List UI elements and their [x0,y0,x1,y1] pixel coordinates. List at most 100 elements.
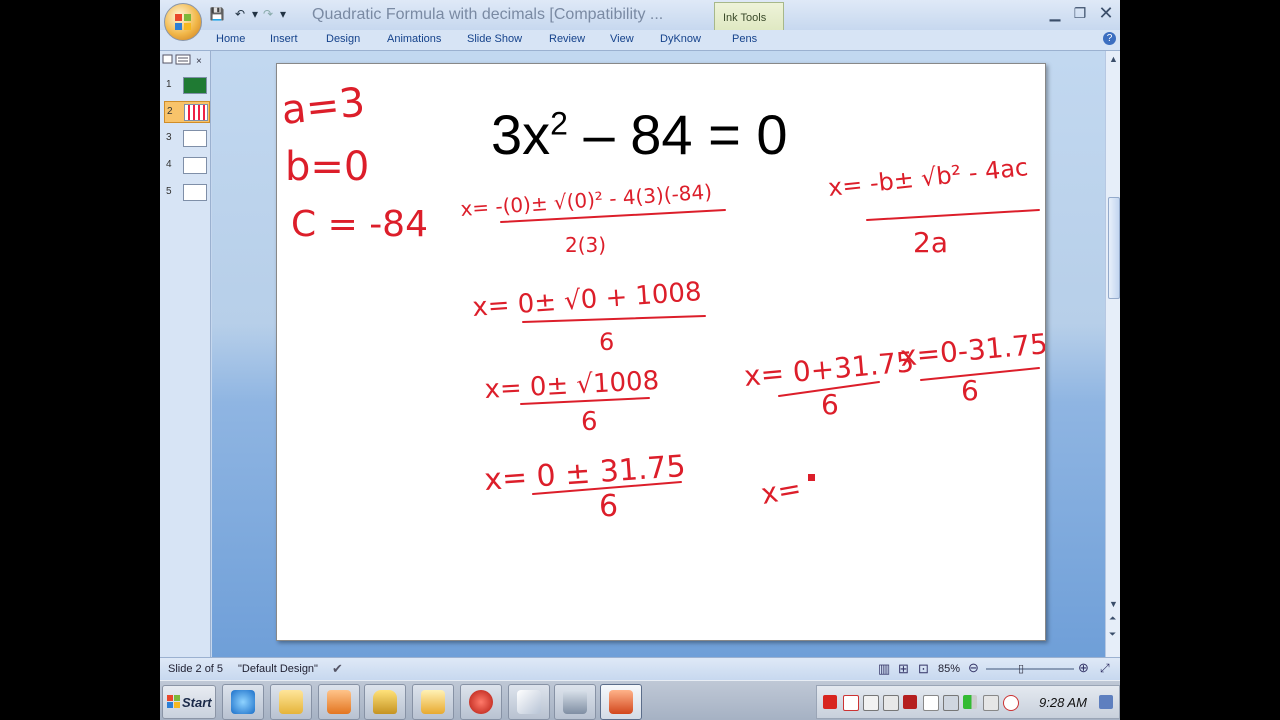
svg-text:×: × [196,56,202,67]
previous-slide-icon[interactable]: ⏶ [1109,613,1116,624]
slide-canvas[interactable]: 3x2 – 84 = 0 a=3 b=0 C = -84 x= -(0)± √(… [276,63,1046,641]
scroll-up-icon[interactable]: ▲ [1109,54,1118,64]
tab-pens[interactable]: Pens [732,33,757,45]
slides-outline-tab-icon: × [162,54,202,67]
usb-tray-icon[interactable] [883,695,899,711]
file-explorer-button[interactable] [270,684,312,720]
ink-plus-denominator: 6 [821,388,839,421]
ink-step4-denominator: 6 [599,489,618,524]
ink-final-answer: x= [758,471,803,510]
outlook-button[interactable] [412,684,454,720]
pen-tablet-tray-icon[interactable] [923,695,939,711]
fit-to-window-icon[interactable]: ⤢ [1100,661,1110,676]
ink-c-value: C = -84 [291,204,428,245]
battery-tray-icon[interactable] [983,695,999,711]
pencil-icon [517,690,541,714]
ink-a-value: a=3 [279,79,367,133]
zoom-out-icon[interactable]: ⊖ [968,660,979,676]
antivirus-tray-icon[interactable] [903,695,917,709]
slide-thumbnail-4[interactable]: 4 [164,155,208,175]
powerpoint-taskbar-button[interactable] [600,684,642,720]
ink-step2-numerator: x= 0± √0 + 1008 [471,277,702,323]
pane-tabs[interactable]: × [162,53,206,67]
internet-explorer-button[interactable] [222,684,264,720]
restore-button[interactable]: ❐ [1070,4,1090,22]
office-button[interactable] [164,3,202,41]
ink-step2-denominator: 6 [599,328,614,356]
scroll-down-icon[interactable]: ▼ [1109,599,1118,609]
ink-annotations: a=3 b=0 C = -84 x= -(0)± √(0)² - 4(3)(-8… [279,79,1045,524]
slide-show-icon[interactable]: ⊡ [918,661,929,677]
slide-thumbnail-1[interactable]: 1 [164,75,208,95]
customize-toolbar-icon[interactable]: ▾ [278,5,288,23]
ink-minus-denominator: 6 [961,374,979,407]
tab-slide-show[interactable]: Slide Show [467,33,522,45]
status-bar: Slide 2 of 5 "Default Design" ✔ ▥ ⊞ ⊡ 85… [160,657,1120,680]
ink-step1-denominator: 2(3) [565,233,606,257]
wifi-signal-tray-icon[interactable] [963,695,977,709]
close-button[interactable]: ✕ [1096,4,1116,22]
media-player-button[interactable] [318,684,360,720]
slides-pane: × 1 2 3 4 5 [160,51,211,659]
tab-design[interactable]: Design [326,33,360,45]
next-slide-icon[interactable]: ⏷ [1109,629,1116,640]
redo-icon[interactable]: ↷ [260,5,276,23]
ink-step3-denominator: 6 [581,407,598,437]
windows-flag-icon [167,695,180,708]
minimize-button[interactable]: ▁ [1045,4,1065,22]
start-button[interactable]: Start [162,685,216,719]
show-desktop-icon[interactable] [1099,695,1113,709]
tab-view[interactable]: View [610,33,634,45]
lock-icon [373,690,397,714]
theme-name: "Default Design" [238,663,318,675]
slide-thumbnail-2[interactable]: 2 [164,101,210,123]
network-icon [563,690,587,714]
save-icon[interactable]: 💾 [208,5,226,23]
spelling-check-icon[interactable]: ✔ [332,661,343,677]
scrollbar-thumb[interactable] [1108,197,1120,299]
display-tray-icon[interactable] [943,695,959,711]
normal-view-icon[interactable]: ▥ [878,661,890,677]
help-icon[interactable]: ? [1103,32,1116,45]
undo-icon[interactable]: ↶ [230,5,250,23]
zoom-in-icon[interactable]: ⊕ [1078,660,1089,676]
ink-formula-denominator: 2a [913,226,948,259]
volume-muted-tray-icon[interactable] [1003,695,1019,711]
powerpoint-icon [609,690,633,714]
envelope-icon [421,690,445,714]
window-title: Quadratic Formula with decimals [Compati… [312,6,664,23]
slide-thumbnail-3[interactable]: 3 [164,128,208,148]
ink-step1-numerator: x= -(0)± √(0)² - 4(3)(-84) [460,179,713,221]
zoom-slider-handle[interactable]: ▯ [1018,662,1024,675]
zoom-slider-track[interactable] [986,668,1074,670]
zoom-level[interactable]: 85% [938,663,960,675]
vertical-scrollbar[interactable]: ▲ ▼ ⏶ ⏷ [1105,51,1120,657]
tab-animations[interactable]: Animations [387,33,441,45]
system-tray: 9:28 AM [816,685,1120,719]
ink-minus-numerator: x=0-31.75 [899,327,1045,373]
printer-tray-icon[interactable] [863,695,879,711]
powerpoint-window: 💾 ↶ ▾ ↷ ▾ Quadratic Formula with decimal… [160,0,1120,720]
calendar-tray-icon[interactable] [843,695,859,711]
tab-insert[interactable]: Insert [270,33,298,45]
tab-home[interactable]: Home [216,33,245,45]
power-app-button[interactable] [460,684,502,720]
ribbon-tabs: Home Insert Design Animations Slide Show… [160,30,1120,51]
internet-explorer-icon [231,690,255,714]
power-icon [469,690,493,714]
edit-app-button[interactable] [508,684,550,720]
slide-editing-area: 3x2 – 84 = 0 a=3 b=0 C = -84 x= -(0)± √(… [212,51,1105,657]
media-player-icon [327,690,351,714]
undo-dropdown-icon[interactable]: ▾ [250,5,260,23]
ink-plus-numerator: x= 0+31.75 [743,345,916,393]
clock[interactable]: 9:28 AM [1039,695,1087,710]
tab-dyknow[interactable]: DyKnow [660,33,701,45]
network-app-button[interactable] [554,684,596,720]
office-logo-icon [175,14,191,30]
acrobat-tray-icon[interactable] [823,695,837,709]
slide-thumbnail-5[interactable]: 5 [164,182,208,202]
security-button[interactable] [364,684,406,720]
title-bar: 💾 ↶ ▾ ↷ ▾ Quadratic Formula with decimal… [160,0,1120,47]
tab-review[interactable]: Review [549,33,585,45]
slide-sorter-icon[interactable]: ⊞ [898,661,909,677]
